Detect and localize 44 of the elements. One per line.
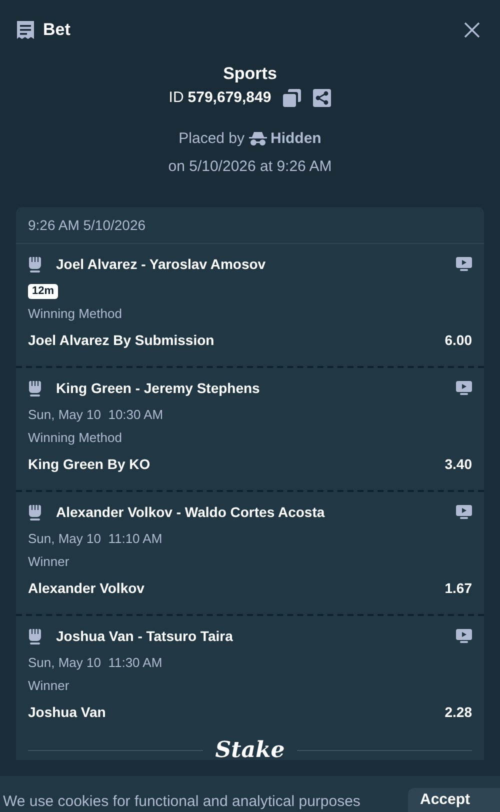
boxing-glove-icon <box>28 380 42 396</box>
event-start-time: Sun, May 10 11:10 AM <box>28 530 162 548</box>
market-name: Winning Method <box>28 305 123 323</box>
tv-play-icon[interactable] <box>456 257 472 271</box>
share-icon[interactable] <box>313 89 332 107</box>
selection-name: Joel Alvarez By Submission <box>28 330 214 350</box>
placed-date: on 5/10/2026 at 9:26 AM <box>168 157 332 177</box>
tv-play-icon[interactable] <box>456 505 472 519</box>
boxing-glove-icon <box>28 504 42 520</box>
odds-value: 3.40 <box>444 454 472 474</box>
cookie-message: We use cookies for functional and analytical purposes <box>3 793 360 811</box>
odds-value: 1.67 <box>444 578 472 598</box>
window-title: Bet <box>43 19 70 42</box>
event-title[interactable]: Alexander Volkov - Waldo Cortes Acosta <box>56 502 325 522</box>
odds-value: 2.28 <box>444 702 472 722</box>
stake-logo: Stake <box>215 740 285 760</box>
id-label: ID <box>168 88 184 108</box>
boxing-glove-icon <box>28 628 42 644</box>
selection-name: Alexander Volkov <box>28 578 144 598</box>
receipt-icon <box>16 20 35 40</box>
live-time-badge: 12m <box>28 284 58 298</box>
copy-icon[interactable] <box>283 89 302 107</box>
user-name: Hidden <box>270 129 322 149</box>
event-start-time: Sun, May 10 10:30 AM <box>28 406 164 424</box>
bet-timestamp: 9:26 AM 5/10/2026 <box>28 216 146 234</box>
tv-play-icon[interactable] <box>456 629 472 643</box>
bet-type-title: Sports <box>223 63 277 85</box>
placed-by-label: Placed by <box>178 129 245 149</box>
event-title[interactable]: King Green - Jeremy Stephens <box>56 378 260 398</box>
tv-play-icon[interactable] <box>456 381 472 395</box>
incognito-icon <box>248 132 267 146</box>
selection-name: Joshua Van <box>28 702 106 722</box>
event-title[interactable]: Joel Alvarez - Yaroslav Amosov <box>56 254 266 274</box>
bet-id: 579,679,849 <box>188 88 272 108</box>
close-icon[interactable] <box>464 22 480 38</box>
market-name: Winner <box>28 677 70 695</box>
event-title[interactable]: Joshua Van - Tatsuro Taira <box>56 626 233 646</box>
event-start-time: Sun, May 10 11:30 AM <box>28 654 162 672</box>
market-name: Winner <box>28 553 70 571</box>
odds-value: 6.00 <box>444 330 472 350</box>
selection-name: King Green By KO <box>28 454 150 474</box>
boxing-glove-icon <box>28 256 42 272</box>
market-name: Winning Method <box>28 429 123 447</box>
accept-button[interactable]: Accept <box>408 788 500 812</box>
